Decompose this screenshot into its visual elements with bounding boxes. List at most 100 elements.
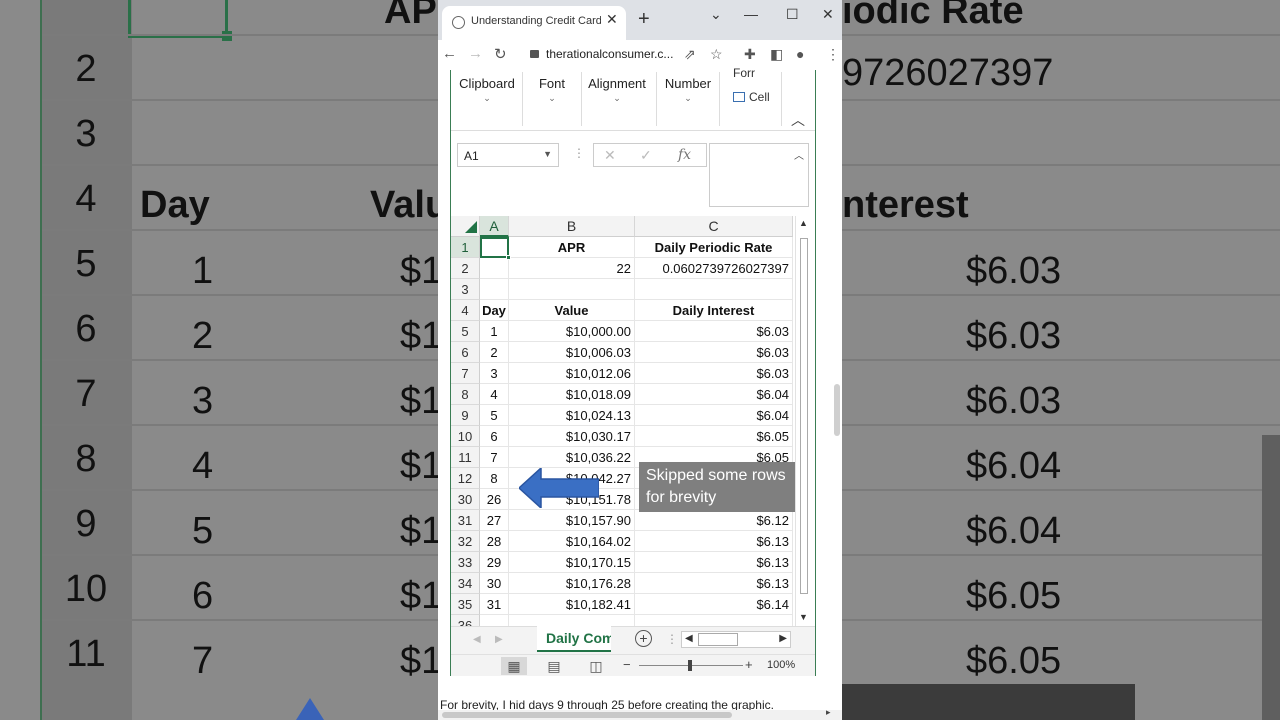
row-header[interactable]: 6 (451, 342, 480, 363)
row-header[interactable]: 10 (451, 426, 480, 447)
cell-b[interactable]: $10,006.03 (509, 342, 635, 363)
row-header[interactable]: 34 (451, 573, 480, 594)
cell-b[interactable] (509, 279, 635, 300)
back-icon[interactable]: ← (442, 45, 457, 62)
bookmark-star-icon[interactable]: ☆ (710, 46, 723, 63)
cell-b[interactable]: $10,036.22 (509, 447, 635, 468)
cell-b[interactable]: $10,170.15 (509, 552, 635, 573)
formula-options-icon[interactable]: ⋮ (573, 146, 585, 160)
cell-a[interactable]: 8 (480, 468, 509, 489)
cell-a[interactable]: 6 (480, 426, 509, 447)
selected-cell-a1[interactable] (480, 237, 511, 260)
enter-check-icon[interactable]: ✓ (640, 147, 652, 164)
menu-kebab-icon[interactable]: ⋮ (826, 46, 840, 63)
zoom-level[interactable]: 100% (767, 659, 795, 671)
maximize-icon[interactable]: ☐ (786, 6, 799, 23)
scroll-up-icon[interactable]: ▲ (799, 218, 808, 228)
page-break-preview-icon[interactable]: ◫ (583, 657, 609, 675)
cell-b[interactable]: 22 (509, 258, 635, 279)
cell-a[interactable]: 30 (480, 573, 509, 594)
cell-b[interactable]: $10,176.28 (509, 573, 635, 594)
cell-a[interactable] (480, 258, 509, 279)
fill-handle[interactable] (506, 255, 511, 260)
cell-c[interactable]: Daily Interest (635, 300, 793, 321)
row-header[interactable]: 9 (451, 405, 480, 426)
tab-search-chevron-icon[interactable]: ⌄ (710, 6, 722, 23)
cell-c[interactable]: $6.04 (635, 405, 793, 426)
page-horizontal-scrollbar[interactable]: ▸ (438, 707, 842, 720)
cell-b[interactable]: Value (509, 300, 635, 321)
cell-c[interactable]: $6.04 (635, 384, 793, 405)
horizontal-scrollbar[interactable]: ◀ ▶ (681, 631, 791, 648)
vertical-scroll-thumb[interactable] (800, 238, 808, 594)
ribbon-group-alignment[interactable]: Alignment ⌄ (587, 76, 647, 104)
row-header[interactable]: 4 (451, 300, 480, 321)
cell-a[interactable]: 5 (480, 405, 509, 426)
cell-b[interactable]: $10,164.02 (509, 531, 635, 552)
ribbon-group-number[interactable]: Number ⌄ (663, 76, 713, 104)
cell-c[interactable]: $6.03 (635, 321, 793, 342)
ribbon-group-clipboard[interactable]: Clipboard ⌄ (459, 76, 515, 104)
row-header[interactable]: 30 (451, 489, 480, 510)
page-scrollbar-thumb[interactable] (834, 384, 840, 436)
cell-b[interactable]: $10,157.90 (509, 510, 635, 531)
name-box[interactable]: A1 ▼ (457, 143, 559, 167)
cell-a[interactable]: 2 (480, 342, 509, 363)
row-header[interactable]: 12 (451, 468, 480, 489)
chevron-up-icon[interactable]: ︿ (794, 147, 804, 162)
minimize-icon[interactable]: — (744, 6, 758, 22)
ribbon-format-styles[interactable]: Forr (733, 66, 755, 80)
cell-a[interactable]: 26 (480, 489, 509, 510)
insert-function-icon[interactable]: fx (678, 147, 691, 163)
collapse-ribbon-icon[interactable]: ︿ (791, 110, 805, 130)
cell-b[interactable]: $10,012.06 (509, 363, 635, 384)
row-header[interactable]: 32 (451, 531, 480, 552)
row-header[interactable]: 2 (451, 258, 480, 279)
url-text[interactable]: therationalconsumer.c... (546, 47, 673, 61)
row-header[interactable]: 33 (451, 552, 480, 573)
cell-c[interactable]: $6.14 (635, 594, 793, 615)
ribbon-cell-styles[interactable]: Cell (733, 90, 770, 104)
row-header[interactable]: 5 (451, 321, 480, 342)
cell-a[interactable]: Day (480, 300, 509, 321)
forward-icon[interactable]: → (468, 45, 483, 62)
zoom-out-icon[interactable]: − (623, 657, 631, 672)
cell-c[interactable]: $6.03 (635, 342, 793, 363)
row-header[interactable]: 7 (451, 363, 480, 384)
cell-b[interactable]: $10,182.41 (509, 594, 635, 615)
new-tab-icon[interactable]: + (638, 8, 650, 31)
cell-b[interactable]: $10,018.09 (509, 384, 635, 405)
cell-a[interactable]: 3 (480, 363, 509, 384)
select-all-corner[interactable] (451, 216, 480, 237)
page-horizontal-scroll-thumb[interactable] (442, 712, 732, 718)
cell-a[interactable]: 28 (480, 531, 509, 552)
cell-b[interactable]: $10,024.13 (509, 405, 635, 426)
page-layout-icon[interactable]: ▤ (541, 657, 567, 675)
row-header[interactable]: 11 (451, 447, 480, 468)
cell-c[interactable]: Daily Periodic Rate (635, 237, 793, 258)
cell-b[interactable]: APR (509, 237, 635, 258)
close-window-icon[interactable]: ✕ (822, 6, 834, 23)
zoom-slider-knob[interactable] (688, 660, 692, 671)
cell-c[interactable]: $6.05 (635, 426, 793, 447)
zoom-in-icon[interactable]: + (745, 657, 753, 672)
cell-c[interactable]: $6.13 (635, 573, 793, 594)
cell-b[interactable]: $10,000.00 (509, 321, 635, 342)
reload-icon[interactable]: ↻ (494, 45, 507, 63)
column-header-b[interactable]: B (509, 216, 635, 237)
profile-icon[interactable]: ● (796, 46, 804, 62)
sheet-tab[interactable]: Daily Com (537, 626, 611, 652)
cell-a[interactable]: 31 (480, 594, 509, 615)
cell-a[interactable]: 4 (480, 384, 509, 405)
scroll-right-icon[interactable]: ▸ (826, 707, 831, 718)
cell-c[interactable]: $6.12 (635, 510, 793, 531)
horizontal-scroll-thumb[interactable] (698, 633, 738, 646)
extensions-puzzle-icon[interactable]: ✚ (744, 46, 756, 63)
side-panel-icon[interactable]: ◧ (770, 46, 783, 63)
cancel-icon[interactable]: ✕ (604, 147, 616, 164)
scroll-right-icon[interactable]: ▶ (779, 633, 787, 644)
cell-c[interactable]: $6.13 (635, 552, 793, 573)
ribbon-group-font[interactable]: Font ⌄ (531, 76, 573, 104)
cell-a[interactable]: 29 (480, 552, 509, 573)
normal-view-icon[interactable]: ▦ (501, 657, 527, 675)
